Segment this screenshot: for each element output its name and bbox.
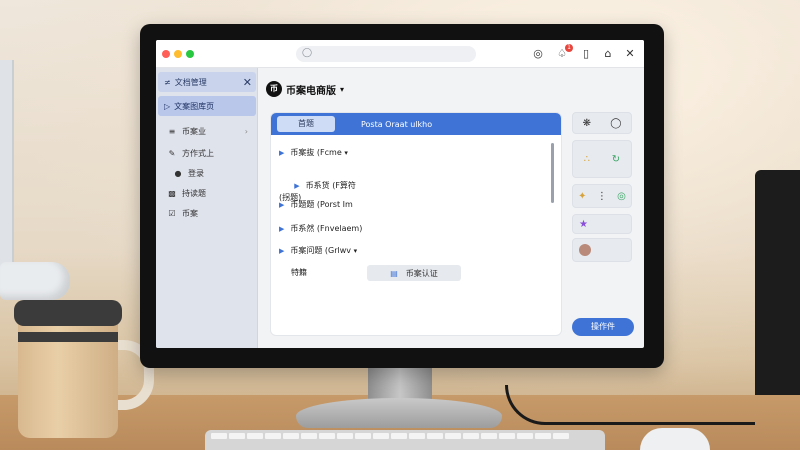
document-icon: ▤ — [390, 268, 398, 278]
close-icon[interactable]: ✕ — [243, 76, 252, 89]
sidebar-item-label: 方作式上 — [182, 148, 214, 158]
list-item[interactable]: ▶ 币系然 (Fnvelaem) — [279, 223, 362, 235]
tablet-icon[interactable]: ▯ — [578, 46, 594, 62]
page-title[interactable]: 币 币案电商版 ▾ — [266, 80, 344, 98]
cable — [505, 385, 755, 425]
triangle-icon: ▶ — [279, 149, 285, 157]
rail-card-5[interactable] — [572, 238, 632, 262]
sidebar-item-label: 登录 — [188, 168, 204, 178]
sidebar-header-label: 文档管理 — [174, 77, 207, 87]
sidebar-item-label: 文案图库页 — [174, 101, 215, 111]
collapse-icon: ≠ — [164, 77, 171, 87]
minimize-window-button[interactable] — [174, 50, 182, 58]
screen: ◯ ◎ ♤ 1 ▯ ⌂ ✕ ≠ 文档管理 ✕ ▷ 文案图库页 ≡ 币案业 › ✎… — [156, 40, 644, 348]
chevron-down-icon: ▾ — [353, 247, 358, 255]
scrollbar[interactable] — [551, 143, 554, 203]
apps-icon: ∴ — [583, 153, 591, 165]
mug-band — [18, 332, 118, 342]
panel-tab[interactable]: 首题 — [277, 116, 335, 132]
speaker — [755, 170, 800, 425]
sidebar-item-label: 持读题 — [182, 188, 206, 198]
content-panel: 首题 Posta Oraat ulkho ▶ 币案抜 (Fcme ▾ ▶ 币系货 (… — [270, 112, 562, 336]
triangle-icon: ▶ — [279, 247, 285, 255]
refresh-icon: ↻ — [611, 153, 621, 165]
play-icon: ▷ — [164, 101, 171, 111]
settings-icon: ❋ — [582, 117, 591, 129]
lock-icon: ◯ — [302, 48, 313, 58]
close-icon[interactable]: ✕ — [622, 46, 638, 62]
chevron-right-icon: › — [244, 126, 248, 136]
more-icon: ⋮ — [596, 190, 607, 202]
bell-icon[interactable]: ♤ 1 — [554, 44, 573, 62]
triangle-icon: ▶ — [279, 201, 285, 209]
star-icon: ★ — [579, 218, 588, 230]
sidebar-item-active[interactable]: ▷ 文案图库页 — [158, 96, 256, 116]
maximize-window-button[interactable] — [186, 50, 194, 58]
rail-card-1[interactable]: ❋ ◯ — [572, 112, 632, 134]
list-icon: ≡ — [168, 126, 176, 136]
lamp-post — [0, 60, 14, 275]
triangle-icon: ▶ — [279, 225, 285, 233]
list-item[interactable]: ▶ 币题题 (Porst Im — [279, 199, 353, 211]
target-icon: ◎ — [617, 190, 626, 202]
rail-card-3[interactable]: ✦ ⋮ ◎ — [572, 184, 632, 208]
keyboard — [205, 430, 605, 450]
notification-badge: 1 — [565, 44, 573, 52]
pencil-icon: ✎ — [168, 148, 176, 158]
sidebar-item-label: 币案业 — [182, 126, 206, 136]
lamp-arm — [0, 262, 70, 300]
grid-icon: ▩ — [168, 188, 176, 198]
mug-lid — [14, 300, 122, 326]
certify-button[interactable]: ▤ 币案认证 — [367, 265, 461, 281]
target-icon[interactable]: ◎ — [530, 46, 546, 62]
store-icon[interactable]: ⌂ — [600, 46, 616, 62]
sidebar-item-1[interactable]: ≡ 币案业 › — [158, 122, 256, 140]
sidebar-item-label: 币案 — [182, 208, 198, 218]
close-window-button[interactable] — [162, 50, 170, 58]
sidebar-item-5[interactable]: ☑ 币案 — [158, 204, 256, 222]
footer-label: 特籍 — [291, 268, 307, 277]
browser-titlebar: ◯ ◎ ♤ 1 ▯ ⌂ ✕ — [156, 40, 644, 68]
sidebar-header[interactable]: ≠ 文档管理 ✕ — [158, 72, 256, 92]
sidebar-item-3[interactable]: ● 登录 — [158, 164, 256, 182]
primary-action-button[interactable]: 操作件 — [572, 318, 634, 336]
check-icon: ☑ — [168, 208, 176, 218]
person-icon: ● — [174, 168, 182, 178]
spark-icon: ✦ — [578, 190, 587, 202]
bell-icon: ◯ — [610, 117, 622, 129]
list-item[interactable]: ▶ 币案抜 (Fcme ▾ — [279, 147, 348, 159]
rail-card-2[interactable]: ∴ ↻ — [572, 140, 632, 178]
sidebar: ≠ 文档管理 ✕ ▷ 文案图库页 ≡ 币案业 › ✎ 方作式上 ● 登录 ▩ 持… — [156, 68, 258, 348]
panel-header-text: Posta Oraat ulkho — [361, 119, 433, 129]
page-title-text: 币案电商版 — [286, 85, 336, 97]
mouse — [640, 428, 710, 450]
sidebar-item-2[interactable]: ✎ 方作式上 — [158, 144, 256, 162]
logo-icon: 币 — [266, 81, 282, 97]
list-item[interactable]: ▶ 币案问题 (Grlwv ▾ — [279, 245, 357, 257]
sidebar-item-4[interactable]: ▩ 持读题 — [158, 184, 256, 202]
chevron-down-icon: ▾ — [344, 149, 348, 157]
address-bar[interactable]: ◯ — [296, 46, 476, 62]
panel-header: 首题 Posta Oraat ulkho — [271, 113, 561, 135]
triangle-icon: ▶ — [294, 182, 300, 190]
coffee-mug — [18, 310, 118, 438]
avatar — [579, 244, 591, 256]
chevron-down-icon: ▾ — [340, 84, 345, 94]
rail-card-4[interactable]: ★ — [572, 214, 632, 234]
monitor-stand-base — [296, 398, 502, 428]
